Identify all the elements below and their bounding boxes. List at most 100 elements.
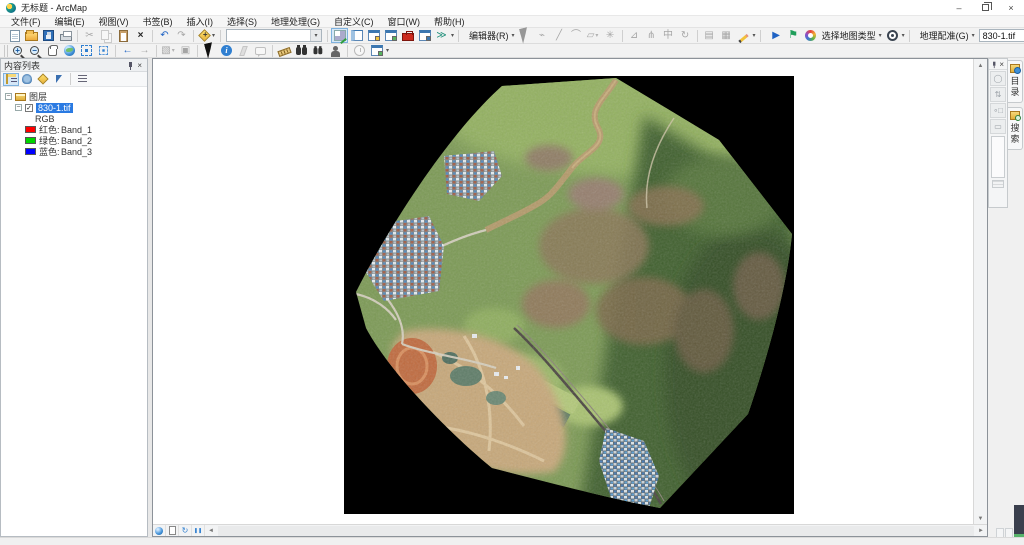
pin-icon[interactable] — [126, 61, 135, 70]
dock-tool-2-button[interactable]: ⇅ — [990, 87, 1006, 102]
dock-tool-4-button[interactable]: ▭ — [990, 119, 1006, 134]
cut-polygon-button[interactable]: ⋔ — [643, 28, 660, 43]
modelbuilder-button[interactable]: ≫ — [433, 28, 450, 43]
trace-tool-button[interactable]: ⌁ — [534, 28, 551, 43]
map-canvas[interactable] — [153, 59, 973, 525]
find-route-button[interactable] — [310, 43, 327, 58]
layer-visibility-checkbox[interactable]: ✓ — [25, 104, 33, 112]
scroll-right-icon[interactable]: ► — [975, 525, 987, 536]
html-popup-button[interactable] — [252, 43, 269, 58]
reshape-tool-button[interactable]: ⊿ — [626, 28, 643, 43]
open-button[interactable] — [23, 28, 40, 43]
attributes-button[interactable]: ▤ — [701, 28, 718, 43]
tree-row-raster-layer[interactable]: – ✓ 830-1.tif — [5, 102, 147, 113]
horizontal-scroll-track[interactable] — [218, 526, 974, 536]
split-tool-button[interactable]: 中 — [660, 28, 677, 43]
scroll-up-icon[interactable]: ▲ — [975, 59, 987, 72]
georeferencing-menu-button[interactable]: 地理配准(G)▾ — [917, 28, 977, 43]
create-viewer-window-button[interactable] — [368, 43, 385, 58]
collapse-icon[interactable]: – — [5, 93, 12, 100]
list-by-visibility-button[interactable] — [35, 73, 51, 86]
time-slider-button[interactable] — [351, 43, 368, 58]
menu-bookmarks[interactable]: 书签(B) — [136, 15, 180, 28]
rotate-tool-button[interactable]: ↻ — [677, 28, 694, 43]
polygon-tool-button[interactable]: ▱▾ — [585, 28, 602, 43]
map-vertical-scrollbar[interactable]: ▲ ▼ — [973, 59, 987, 525]
go-forward-extent-button[interactable]: → — [136, 43, 153, 58]
arctoolbox-button[interactable] — [399, 28, 416, 43]
minimize-button[interactable]: – — [946, 0, 972, 16]
dock-empty-list[interactable] — [991, 136, 1005, 178]
print-button[interactable] — [57, 28, 74, 43]
menu-customize[interactable]: 自定义(C) — [327, 15, 381, 28]
search-window-button[interactable] — [382, 28, 399, 43]
scroll-left-icon[interactable]: ◄ — [205, 525, 217, 536]
toolbar-overflow-icon[interactable]: ▾ — [902, 32, 905, 39]
fixed-zoom-out-button[interactable] — [95, 43, 112, 58]
map-scale-dropdown-icon[interactable]: ▾ — [310, 30, 321, 41]
menu-windows[interactable]: 窗口(W) — [381, 15, 428, 28]
measure-button[interactable] — [276, 43, 293, 58]
list-by-drawing-order-button[interactable] — [3, 73, 19, 86]
target-button[interactable] — [884, 28, 901, 43]
toc-close-icon[interactable]: × — [135, 61, 144, 70]
editor-menu-button[interactable]: 编辑器(R)▾ — [466, 28, 517, 43]
dock-footer-button[interactable] — [992, 180, 1004, 188]
fixed-zoom-in-button[interactable] — [78, 43, 95, 58]
dock-close-icon[interactable]: × — [997, 60, 1006, 69]
paste-button[interactable] — [115, 28, 132, 43]
tab-catalog[interactable]: 目录 — [1008, 60, 1023, 103]
go-to-xy-button[interactable] — [327, 43, 344, 58]
collapse-icon[interactable]: – — [15, 104, 22, 111]
pan-button[interactable] — [44, 43, 61, 58]
zoom-in-button[interactable]: + — [10, 43, 27, 58]
menu-edit[interactable]: 编辑(E) — [48, 15, 92, 28]
menu-geoprocessing[interactable]: 地理处理(G) — [264, 15, 327, 28]
tree-row-layers[interactable]: – 图层 — [5, 91, 147, 102]
hyperlink-button[interactable] — [235, 43, 252, 58]
menu-help[interactable]: 帮助(H) — [427, 15, 472, 28]
refresh-view-button[interactable]: ↻ — [179, 525, 192, 536]
raster-layer-name[interactable]: 830-1.tif — [36, 103, 73, 113]
vertex-tool-button[interactable]: ✳ — [602, 28, 619, 43]
toolbar-overflow-icon[interactable]: ▾ — [386, 47, 389, 54]
select-elements-button[interactable] — [201, 43, 218, 58]
map-scale-combo[interactable]: ▾ — [226, 29, 322, 42]
toc-window-button[interactable] — [348, 28, 365, 43]
copy-button[interactable] — [98, 28, 115, 43]
edit-annotation-button[interactable] — [735, 28, 752, 43]
layout-view-button[interactable] — [166, 525, 179, 536]
line-tool-button[interactable]: ╱ — [551, 28, 568, 43]
dock-pin-icon[interactable] — [991, 60, 996, 67]
toolbar-overflow-icon[interactable]: ▾ — [753, 32, 756, 39]
menu-view[interactable]: 视图(V) — [92, 15, 136, 28]
zoom-out-button[interactable]: − — [27, 43, 44, 58]
edit-tool-button[interactable] — [517, 28, 534, 43]
georeferencing-layer-combo[interactable]: 830-1.tif ▾ — [979, 29, 1024, 42]
color-ring-button[interactable] — [802, 28, 819, 43]
close-button[interactable]: × — [998, 0, 1024, 16]
editor-toolbar-toggle-button[interactable] — [331, 28, 348, 43]
pause-drawing-button[interactable]: ❚❚ — [192, 525, 205, 536]
data-view-button[interactable] — [153, 525, 166, 536]
flag-button[interactable]: ⚑ — [785, 28, 802, 43]
identify-button[interactable]: i — [218, 43, 235, 58]
go-back-extent-button[interactable]: ← — [119, 43, 136, 58]
select-features-button[interactable]: ▧▾ — [160, 43, 177, 58]
dock-tool-1-button[interactable]: ◯ — [990, 71, 1006, 86]
list-by-selection-button[interactable] — [51, 73, 67, 86]
delete-button[interactable]: × — [132, 28, 149, 43]
raster-830-1-tif[interactable] — [344, 76, 794, 514]
restore-button[interactable] — [972, 0, 998, 16]
sketch-properties-button[interactable]: ▦ — [718, 28, 735, 43]
new-document-button[interactable] — [6, 28, 23, 43]
python-window-button[interactable] — [416, 28, 433, 43]
dock-tool-3-button[interactable]: ∘□ — [990, 103, 1006, 118]
arc-tool-button[interactable]: ⌒ — [568, 28, 585, 43]
undo-button[interactable]: ↶ — [156, 28, 173, 43]
toc-options-button[interactable] — [74, 73, 90, 86]
catalog-window-button[interactable] — [365, 28, 382, 43]
run-button[interactable]: ▶ — [768, 28, 785, 43]
clear-selection-button[interactable]: ▣ — [177, 43, 194, 58]
toolbar-overflow-icon[interactable]: ▾ — [451, 32, 454, 39]
